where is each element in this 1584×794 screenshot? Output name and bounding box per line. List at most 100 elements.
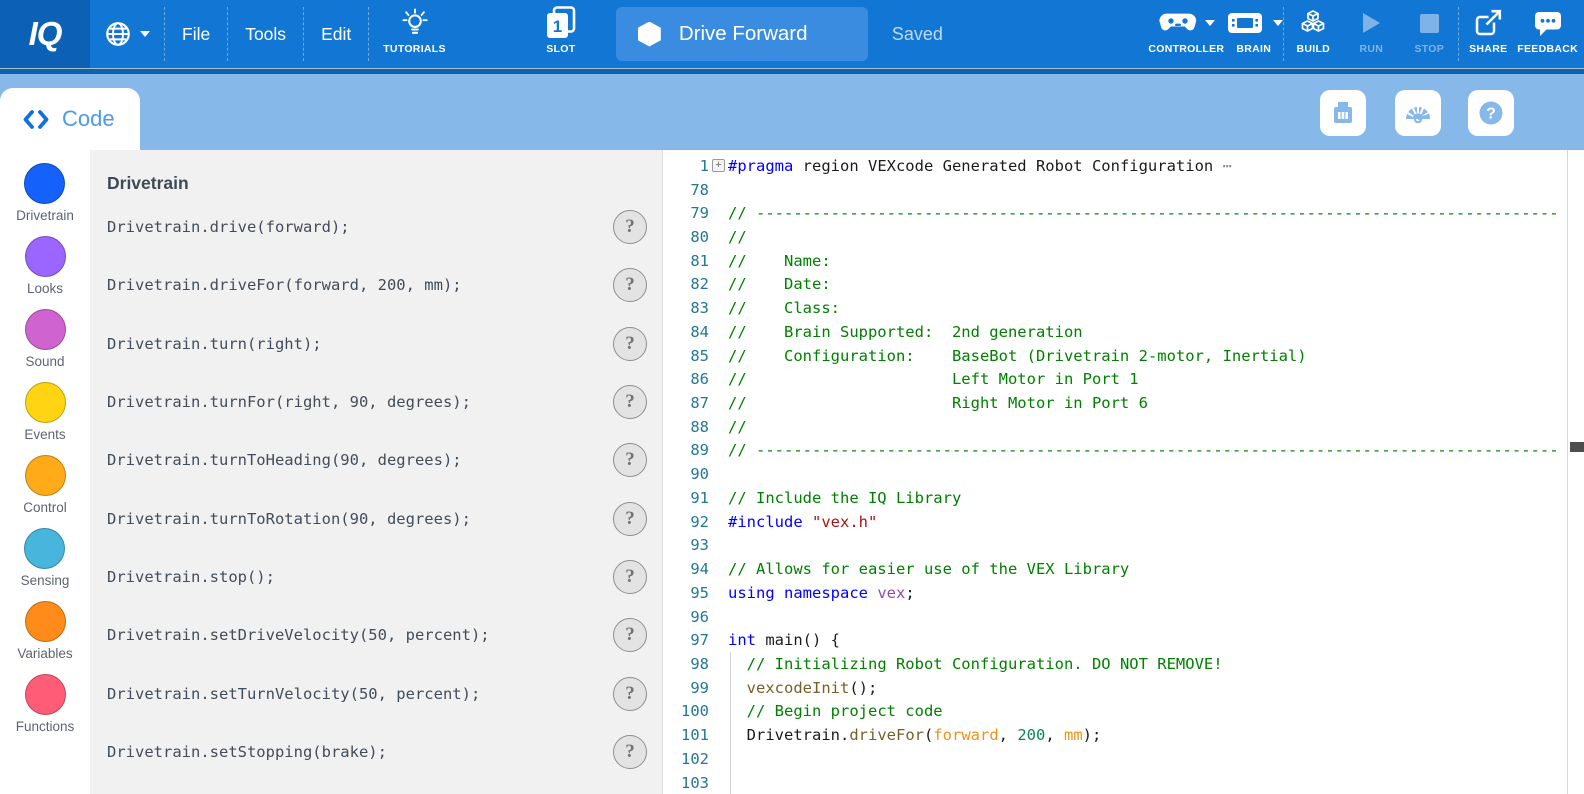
controller-button[interactable]: CONTROLLER bbox=[1148, 0, 1224, 68]
build-button[interactable]: BUILD bbox=[1284, 0, 1342, 68]
code-text: using namespace vex; bbox=[728, 584, 915, 602]
category-label: Variables bbox=[17, 646, 72, 661]
command-help-button[interactable]: ? bbox=[613, 560, 647, 594]
command-snippet[interactable]: Drivetrain.driveFor(forward, 200, mm); bbox=[107, 276, 462, 294]
command-snippet[interactable]: Drivetrain.turn(right); bbox=[107, 335, 322, 353]
code-line: 1+#pragma region VEXcode Generated Robot… bbox=[663, 154, 1584, 178]
line-number: 79 bbox=[663, 204, 709, 222]
category-control[interactable]: Control bbox=[23, 455, 67, 515]
command-list: Drivetrain.drive(forward);? Drivetrain.dr… bbox=[107, 198, 647, 781]
category-sensing[interactable]: Sensing bbox=[21, 528, 70, 588]
command-snippet[interactable]: Drivetrain.drive(forward); bbox=[107, 218, 350, 236]
command-snippet[interactable]: Drivetrain.turnFor(right, 90, degrees); bbox=[107, 393, 471, 411]
slot-selector[interactable]: 1 SLOT bbox=[532, 0, 590, 68]
code-text: // Begin project code bbox=[728, 702, 943, 720]
code-text: // Configuration: BaseBot (Drivetrain 2-… bbox=[728, 347, 1307, 365]
category-variables[interactable]: Variables bbox=[17, 601, 72, 661]
command-snippet[interactable]: Drivetrain.stop(); bbox=[107, 568, 275, 586]
command-help-button[interactable]: ? bbox=[613, 210, 647, 244]
command-snippet[interactable]: Drivetrain.setTurnVelocity(50, percent); bbox=[107, 685, 480, 703]
project-name-button[interactable]: Drive Forward bbox=[616, 7, 868, 61]
line-number: 93 bbox=[663, 536, 709, 554]
help-button[interactable]: ? bbox=[1468, 90, 1514, 136]
code-line: 81 // Name: bbox=[663, 249, 1584, 273]
category-dot bbox=[25, 309, 66, 350]
command-snippet[interactable]: Drivetrain.turnToHeading(90, degrees); bbox=[107, 451, 462, 469]
stop-button[interactable]: STOP bbox=[1400, 0, 1458, 68]
command-help-button[interactable]: ? bbox=[613, 443, 647, 477]
brain-button[interactable]: BRAIN bbox=[1224, 0, 1283, 68]
code-text: int main() { bbox=[728, 631, 840, 649]
command-row: Drivetrain.setTurnVelocity(50, percent);… bbox=[107, 664, 647, 722]
code-text: vexcodeInit(); bbox=[728, 679, 877, 697]
code-line: 98 // Initializing Robot Configuration. … bbox=[663, 652, 1584, 676]
code-line: 100 // Begin project code bbox=[663, 700, 1584, 724]
gauge-icon bbox=[1402, 98, 1434, 128]
device-port-icon bbox=[1328, 98, 1358, 128]
command-help-button[interactable]: ? bbox=[613, 735, 647, 769]
top-toolbar: IQ File Tools Edit bbox=[0, 0, 1584, 68]
build-cubes-icon bbox=[1297, 8, 1329, 38]
command-help-button[interactable]: ? bbox=[613, 502, 647, 536]
command-snippet[interactable]: Drivetrain.setStopping(brake); bbox=[107, 743, 387, 761]
tab-code[interactable]: Code bbox=[0, 88, 140, 150]
command-snippet[interactable]: Drivetrain.turnToRotation(90, degrees); bbox=[107, 510, 471, 528]
command-snippet[interactable]: Drivetrain.setDriveVelocity(50, percent)… bbox=[107, 626, 490, 644]
fold-expand-icon[interactable]: + bbox=[712, 159, 725, 172]
category-dot bbox=[25, 236, 66, 277]
tab-bar: Code ? bbox=[0, 74, 1584, 150]
code-text: // bbox=[728, 228, 747, 246]
command-row: Drivetrain.setDriveVelocity(50, percent)… bbox=[107, 606, 647, 664]
code-text: // Name: bbox=[728, 252, 831, 270]
command-group-title: Drivetrain bbox=[107, 173, 647, 194]
category-label: Looks bbox=[27, 281, 63, 296]
code-text: // Initializing Robot Configuration. DO … bbox=[728, 655, 1223, 673]
code-text: #include "vex.h" bbox=[728, 513, 877, 531]
scrollbar-thumb[interactable] bbox=[1570, 442, 1584, 452]
code-text: // -------------------------------------… bbox=[728, 441, 1559, 459]
line-number: 86 bbox=[663, 370, 709, 388]
language-menu[interactable] bbox=[90, 0, 164, 68]
command-panel: Drivetrain Drivetrain.drive(forward);?Dr… bbox=[90, 150, 662, 794]
editor-scrollbar[interactable] bbox=[1567, 150, 1584, 794]
category-functions[interactable]: Functions bbox=[16, 674, 75, 734]
command-help-button[interactable]: ? bbox=[613, 677, 647, 711]
code-line: 86// Left Motor in Port 1 bbox=[663, 367, 1584, 391]
command-help-button[interactable]: ? bbox=[613, 268, 647, 302]
category-events[interactable]: Events bbox=[24, 382, 65, 442]
command-help-button[interactable]: ? bbox=[613, 618, 647, 652]
code-editor[interactable]: 1+#pragma region VEXcode Generated Robot… bbox=[662, 150, 1584, 794]
code-line: 103 bbox=[663, 771, 1584, 794]
category-looks[interactable]: Looks bbox=[25, 236, 66, 296]
line-number: 87 bbox=[663, 394, 709, 412]
code-line: 83// Class: bbox=[663, 296, 1584, 320]
line-number: 81 bbox=[663, 252, 709, 270]
category-sound[interactable]: Sound bbox=[25, 309, 66, 369]
devices-button[interactable] bbox=[1320, 90, 1366, 136]
hexagon-icon bbox=[638, 22, 661, 47]
line-number: 92 bbox=[663, 513, 709, 531]
code-line: 87// Right Motor in Port 6 bbox=[663, 391, 1584, 415]
menu-file[interactable]: File bbox=[165, 24, 227, 45]
feedback-button[interactable]: FEEDBACK bbox=[1517, 0, 1578, 68]
menu-edit[interactable]: Edit bbox=[304, 24, 368, 45]
chevron-down-icon bbox=[1273, 20, 1283, 26]
command-help-button[interactable]: ? bbox=[613, 327, 647, 361]
line-number: 83 bbox=[663, 299, 709, 317]
globe-icon bbox=[104, 20, 132, 48]
share-button[interactable]: SHARE bbox=[1459, 0, 1517, 68]
controller-icon bbox=[1158, 9, 1198, 37]
line-number: 91 bbox=[663, 489, 709, 507]
category-dot bbox=[25, 601, 66, 642]
menu-tools[interactable]: Tools bbox=[228, 24, 303, 45]
run-button[interactable]: RUN bbox=[1342, 0, 1400, 68]
category-dot bbox=[24, 528, 65, 569]
indent-guide bbox=[730, 747, 731, 771]
tutorials-button[interactable]: TUTORIALS bbox=[383, 0, 446, 68]
category-drivetrain[interactable]: Drivetrain bbox=[16, 163, 74, 223]
code-line: 91// Include the IQ Library bbox=[663, 486, 1584, 510]
svg-text:1: 1 bbox=[553, 17, 562, 36]
dashboard-button[interactable] bbox=[1395, 90, 1441, 136]
command-help-button[interactable]: ? bbox=[613, 385, 647, 419]
line-number: 82 bbox=[663, 275, 709, 293]
